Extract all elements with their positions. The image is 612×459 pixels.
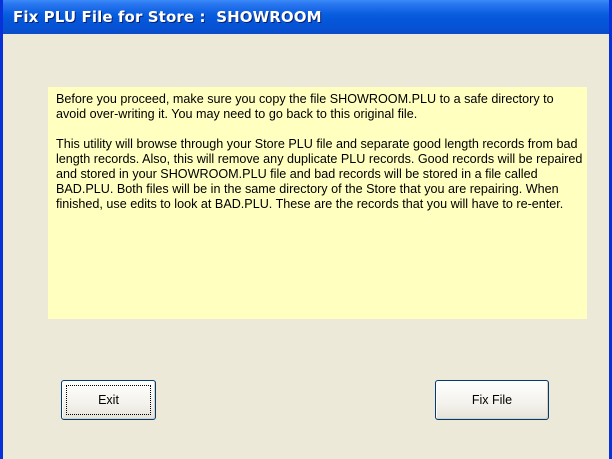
instructions-paragraph-1: Before you proceed, make sure you copy t… — [56, 92, 554, 121]
exit-button[interactable]: Exit — [61, 380, 156, 420]
dialog-window: Fix PLU File for Store : SHOWROOM Before… — [0, 0, 612, 459]
title-bar[interactable]: Fix PLU File for Store : SHOWROOM — [3, 0, 609, 34]
focus-ring — [66, 385, 151, 415]
instructions-paragraph-2: This utility will browse through your St… — [56, 137, 583, 211]
window-title: Fix PLU File for Store : SHOWROOM — [13, 8, 322, 26]
instructions-panel: Before you proceed, make sure you copy t… — [48, 87, 587, 319]
fix-file-button[interactable]: Fix File — [435, 380, 549, 420]
fix-file-button-label: Fix File — [471, 393, 513, 407]
